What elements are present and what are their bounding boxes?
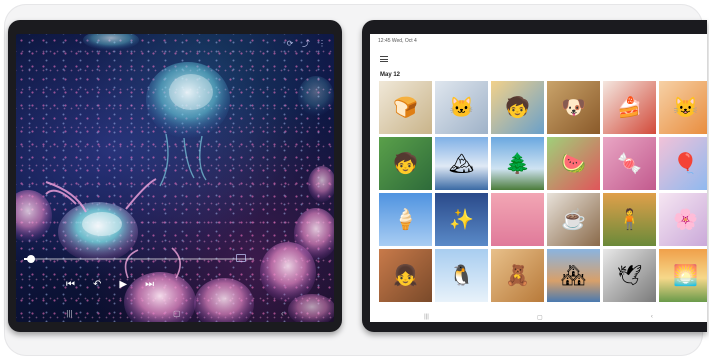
photo-dessert[interactable]: 🍰 xyxy=(603,81,656,134)
photo-tree-sky[interactable]: 🌲 xyxy=(491,137,544,190)
photo-autumn-path[interactable]: 🧍 xyxy=(603,193,656,246)
photo-watermelon-girl[interactable]: 🍉 xyxy=(547,137,600,190)
previous-icon[interactable]: ⏮ xyxy=(66,280,75,290)
rewind-icon[interactable]: ↶ xyxy=(93,280,101,290)
menu-icon[interactable] xyxy=(380,56,388,63)
play-icon[interactable]: ▶ xyxy=(119,280,127,290)
photo-snow-penguin[interactable]: 🐧 xyxy=(435,249,488,302)
photo-balloons[interactable]: 🎈 xyxy=(659,137,707,190)
photo-kids-smiling-glyph: 👧 xyxy=(393,264,418,287)
home-icon[interactable]: ▢ xyxy=(537,314,543,321)
left-navigation-bar: ||| ▢ ‹ xyxy=(16,304,334,322)
photo-child-green-glyph: 🧒 xyxy=(393,152,418,175)
photo-child-toy[interactable]: 🧒 xyxy=(491,81,544,134)
photo-sunset-field[interactable]: 🌅 xyxy=(659,249,707,302)
photo-cat-drawing-glyph: 😺 xyxy=(673,96,698,119)
more-icon[interactable]: ⋮ xyxy=(318,40,326,48)
photo-dog-crown-glyph: 🐶 xyxy=(561,96,586,119)
photo-ice-cream-glyph: 🍦 xyxy=(393,208,418,231)
photo-night-sky-glyph: ✨ xyxy=(449,208,474,231)
photo-balloons-glyph: 🎈 xyxy=(673,152,698,175)
photo-coffee[interactable]: ☕ xyxy=(547,193,600,246)
section-date-heading: May 12 xyxy=(380,72,401,78)
share-icon[interactable]: ⤴ xyxy=(302,40,310,48)
photo-bw-bird-glyph: 🕊 xyxy=(616,264,643,287)
photo-night-sky[interactable]: ✨ xyxy=(435,193,488,246)
right-tablet: 12:45 Wed, Oct 4 May 12 🍞 🐱 🧒 🐶 🍰 😺 🧒 🏔 🌲 🍉 🍬 🎈 🍦 ✨ ☕ 🧍… xyxy=(362,20,707,332)
video-progress-bar[interactable] xyxy=(24,255,254,263)
recent-apps-icon[interactable]: ||| xyxy=(66,309,72,318)
back-icon[interactable]: ‹ xyxy=(281,309,284,318)
left-tablet: ⟳ ⤴ ⋮ ⏮ ↶ ▶ ⏭ ||| ▢ ‹ xyxy=(8,20,342,332)
photo-tree-sky-glyph: 🌲 xyxy=(505,152,530,175)
photo-teddy-bear-glyph: 🧸 xyxy=(505,264,530,287)
photo-dog-crown[interactable]: 🐶 xyxy=(547,81,600,134)
photo-mountain-lake-glyph: 🏔 xyxy=(448,152,475,175)
photo-mountain-lake[interactable]: 🏔 xyxy=(435,137,488,190)
photo-pink-sky[interactable] xyxy=(491,193,544,246)
photo-bread-dog[interactable]: 🍞 xyxy=(379,81,432,134)
photo-macarons[interactable]: 🍬 xyxy=(603,137,656,190)
status-bar-time: 12:45 Wed, Oct 4 xyxy=(378,38,417,44)
next-icon[interactable]: ⏭ xyxy=(145,280,154,290)
photo-snow-penguin-glyph: 🐧 xyxy=(449,264,474,287)
photo-child-toy-glyph: 🧒 xyxy=(505,96,530,119)
photo-cat-glyph: 🐱 xyxy=(449,96,474,119)
video-top-actions: ⟳ ⤴ ⋮ xyxy=(286,40,326,48)
photo-coffee-glyph: ☕ xyxy=(561,208,586,231)
jellyfish-image xyxy=(16,34,334,322)
screen-rotate-icon[interactable]: ⟳ xyxy=(286,40,294,48)
photo-coastal-town-glyph: 🏘 xyxy=(560,264,587,287)
photo-bw-bird[interactable]: 🕊 xyxy=(603,249,656,302)
photo-macarons-glyph: 🍬 xyxy=(617,152,642,175)
gallery-screen: 12:45 Wed, Oct 4 May 12 🍞 🐱 🧒 🐶 🍰 😺 🧒 🏔 🌲 🍉 🍬 🎈 🍦 ✨ ☕ 🧍… xyxy=(370,34,707,322)
photo-grid: 🍞 🐱 🧒 🐶 🍰 😺 🧒 🏔 🌲 🍉 🍬 🎈 🍦 ✨ ☕ 🧍 🌸 👧 🐧 🧸 🏘 🕊 🌅 xyxy=(379,81,707,302)
photo-sunset-field-glyph: 🌅 xyxy=(673,264,698,287)
photo-bread-dog-glyph: 🍞 xyxy=(393,96,418,119)
photo-cat[interactable]: 🐱 xyxy=(435,81,488,134)
right-navigation-bar: ||| ▢ ‹ xyxy=(370,312,707,322)
photo-paper-rose-glyph: 🌸 xyxy=(673,208,698,231)
photo-dessert-glyph: 🍰 xyxy=(617,96,642,119)
home-icon[interactable]: ▢ xyxy=(173,309,181,318)
photo-kids-smiling[interactable]: 👧 xyxy=(379,249,432,302)
photo-child-green[interactable]: 🧒 xyxy=(379,137,432,190)
back-icon[interactable]: ‹ xyxy=(651,314,653,320)
recent-apps-icon[interactable]: ||| xyxy=(424,314,429,320)
player-controls: ⏮ ↶ ▶ ⏭ xyxy=(66,280,154,290)
pip-icon[interactable] xyxy=(236,254,246,262)
photo-ice-cream[interactable]: 🍦 xyxy=(379,193,432,246)
photo-teddy-bear[interactable]: 🧸 xyxy=(491,249,544,302)
photo-autumn-path-glyph: 🧍 xyxy=(617,208,642,231)
photo-coastal-town[interactable]: 🏘 xyxy=(547,249,600,302)
photo-cat-drawing[interactable]: 😺 xyxy=(659,81,707,134)
photo-watermelon-girl-glyph: 🍉 xyxy=(561,152,586,175)
video-player-screen[interactable]: ⟳ ⤴ ⋮ ⏮ ↶ ▶ ⏭ ||| ▢ ‹ xyxy=(16,34,334,322)
video-progress-thumb[interactable] xyxy=(26,255,35,263)
photo-paper-rose[interactable]: 🌸 xyxy=(659,193,707,246)
